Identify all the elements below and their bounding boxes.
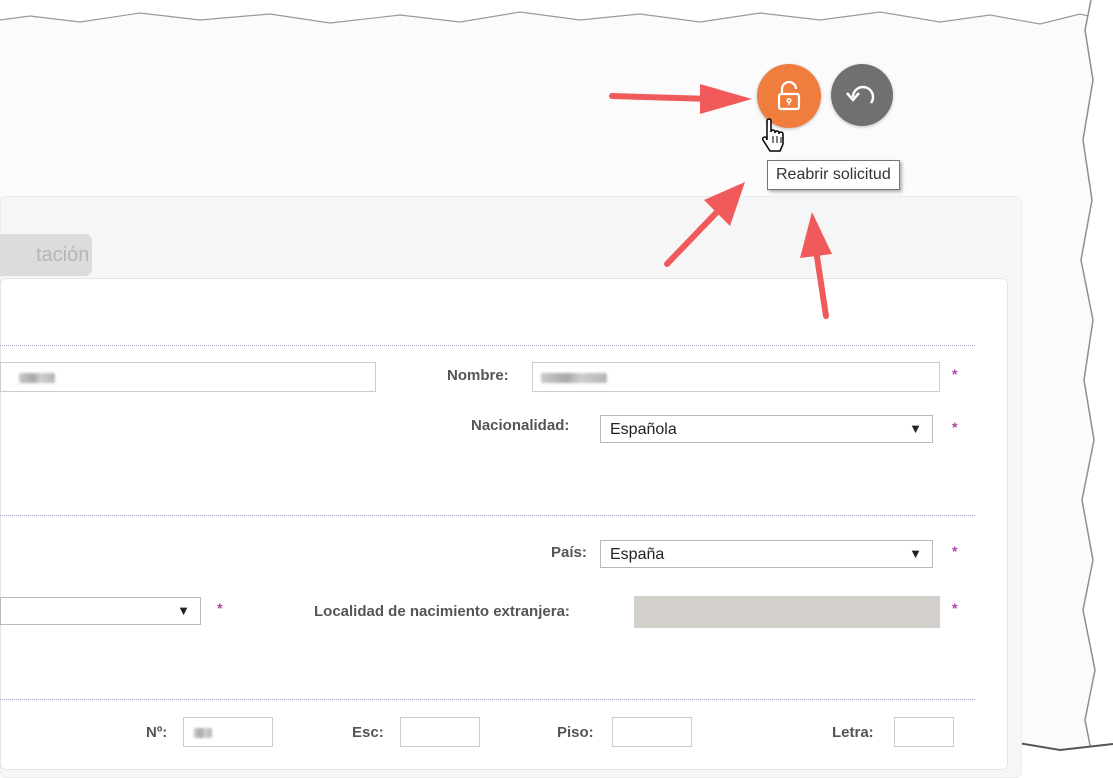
redacted-value [541, 373, 607, 383]
section-divider [0, 345, 975, 346]
piso-label: Piso: [557, 724, 594, 741]
nombre-field[interactable] [532, 362, 940, 392]
redacted-value [194, 728, 212, 738]
undo-icon [846, 85, 875, 104]
unlock-icon [777, 80, 801, 111]
escalera-field[interactable] [400, 717, 480, 747]
dropdown-arrow-icon: ▼ [909, 421, 922, 436]
hand-cursor-icon [762, 118, 784, 152]
torn-edge-right [1080, 0, 1113, 760]
section-divider [0, 699, 975, 700]
required-marker: * [952, 600, 958, 616]
localidad-extranjera-field [634, 596, 940, 628]
nacionalidad-label: Nacionalidad: [471, 417, 570, 434]
undo-button[interactable] [831, 64, 893, 126]
escalera-label: Esc: [352, 724, 384, 741]
pais-value: España [610, 546, 665, 563]
required-marker: * [952, 366, 958, 382]
required-marker: * [952, 543, 958, 559]
pais-select[interactable]: España ▼ [600, 540, 933, 568]
nacionalidad-value: Española [610, 421, 677, 438]
redacted-value [19, 373, 55, 383]
apellido-field[interactable] [0, 362, 376, 392]
nacionalidad-select[interactable]: Española ▼ [600, 415, 933, 443]
provincia-select[interactable]: ▼ [0, 597, 201, 625]
letra-field[interactable] [894, 717, 954, 747]
torn-edge-top [0, 0, 1113, 25]
piso-field[interactable] [612, 717, 692, 747]
numero-field[interactable] [183, 717, 273, 747]
nombre-label: Nombre: [447, 367, 509, 384]
reopen-tooltip: Reabrir solicitud [767, 160, 900, 190]
tab-partial[interactable]: tación [0, 234, 92, 276]
localidad-extranjera-label: Localidad de nacimiento extranjera: [314, 603, 570, 620]
form-panel [0, 278, 1008, 770]
dropdown-arrow-icon: ▼ [177, 603, 190, 618]
arrow-to-reopen-button [609, 84, 752, 114]
page: Reabrir solicitud tación Nombre: * Nacio… [0, 0, 1113, 778]
section-divider [0, 515, 975, 516]
letra-label: Letra: [832, 724, 874, 741]
numero-label: Nº: [146, 724, 168, 741]
required-marker: * [217, 600, 223, 616]
dropdown-arrow-icon: ▼ [909, 546, 922, 561]
pais-label: País: [551, 544, 587, 561]
required-marker: * [952, 419, 958, 435]
